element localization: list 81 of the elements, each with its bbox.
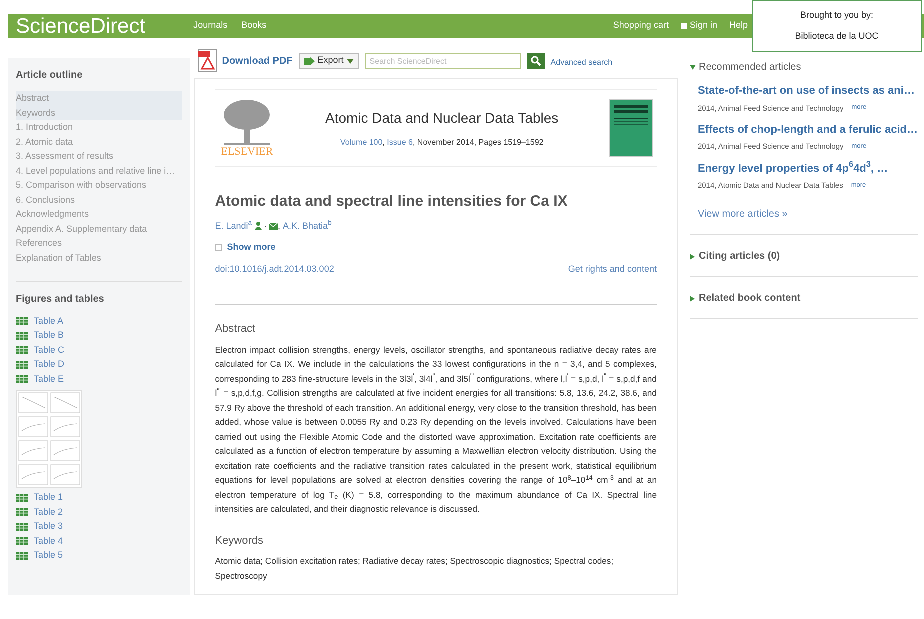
search-icon: [530, 56, 541, 66]
outline-item[interactable]: Keywords: [16, 106, 182, 120]
search-field[interactable]: Search ScienceDirect: [364, 53, 521, 69]
nav-link[interactable]: Books: [242, 19, 267, 33]
author-link[interactable]: A.K. Bhatia$^{b}$: [283, 220, 332, 233]
access-text: Brought to you by:: [800, 8, 874, 22]
author-separator: ,: [278, 220, 282, 232]
advanced-search-link[interactable]: Advanced search: [550, 57, 613, 69]
volume-link[interactable]: Volume 100: [340, 136, 383, 148]
keywords-heading: Keywords: [215, 534, 265, 548]
outline-item[interactable]: 3. Assessment of results: [16, 149, 182, 164]
table-link[interactable]: Table E: [34, 372, 64, 386]
journal-title[interactable]: Atomic Data and Nuclear Data Tables: [325, 108, 559, 128]
journal-cover: [608, 99, 653, 157]
show-more-link[interactable]: Show more: [227, 241, 276, 254]
table-link[interactable]: Table C: [34, 344, 65, 357]
view-more-link[interactable]: View more articles »: [690, 207, 918, 222]
mail-icon[interactable]: [269, 222, 278, 230]
outline-item[interactable]: Appendix A. Supplementary data: [16, 222, 182, 236]
table-icon: [16, 375, 28, 384]
export-icon: [304, 56, 315, 66]
issue-date: , November 2014, Pages 1519–1592: [412, 136, 544, 148]
issue-separator: ,: [382, 136, 386, 148]
table-icon: [16, 494, 28, 502]
table-icon: [16, 317, 28, 326]
table-link[interactable]: Table 2: [34, 506, 64, 519]
outline-item[interactable]: 4. Level populations and relative line i…: [16, 164, 182, 178]
abstract-text: Electron impact collision strengths, energy levels, oscillator strengths, and spontaneous radiative decay rates are calculated for Ca IX. We include in the calculations the 33 lowest configurations in the n = 3,4, and 5 complexes, corresponding to 283 fine-structure levels in the 3l3l$^{'}$, 3l4l$^{''}$, and 3l5l$^{'''}$ configurations, where l,l$^{'}$ = s,p,d, l$^{''}$ = s,p,d,f and l$^{'''}$ = s,p,d,f,g. Collision strengths are calculated at five incident energies for all transitions: 5.8, 13.6, 24.2, 38.6, and 57.9 Ry above the threshold of each transition. An additional energy, very close to the transition threshold, has been added, whose value is between 0.0055 Ry and 0.23 Ry depending on the levels involved. Calculations have been carried out using the Flexible Atomic Code and the distorted wave approximation. Excitation rate coefficients are calculated as a function of electron temperature by assuming a Maxwellian electron velocity distribution. Using the excitation rate coefficients and the radiative transition rates calculated in the present work, statistical equilibrium equations for level populations are solved at electron densities covering the range of 10$^{8}$–10$^{14}$ cm$^{-3}$ and at an electron temperature of log T$_{e}$ (K) = 5.8, corresponding to the maximum abundance of Ca IX. Spectral line intensities are calculated, and their diagnostic relevance is discussed.: [215, 344, 657, 516]
outline-item[interactable]: Explanation of Tables: [16, 250, 182, 265]
table-icon: [16, 508, 28, 516]
person-icon[interactable]: [255, 222, 262, 230]
article-title: Atomic data and spectral line intensities for Ca IX: [215, 192, 569, 212]
figure-thumbnail-drawing[interactable]: [16, 390, 82, 488]
export-button[interactable]: Export: [298, 53, 359, 69]
table-link[interactable]: Table 1: [34, 491, 64, 504]
table-link[interactable]: Table B: [34, 329, 64, 342]
table-icon: [16, 360, 28, 369]
outline-item[interactable]: Abstract: [16, 91, 182, 106]
keywords-text: Atomic data; Collision excitation rates; Radiative decay rates; Spectroscopic diagnostics; Spectral codes; Spectroscopy: [215, 555, 615, 583]
rights-link[interactable]: Get rights and content: [568, 262, 657, 276]
table-link[interactable]: Table A: [34, 314, 64, 328]
table-link[interactable]: Table 5: [34, 549, 64, 562]
outline-item[interactable]: References: [16, 236, 182, 250]
table-icon: [16, 332, 28, 340]
article-link[interactable]: State-of-the-art on use of insects as ani…: [698, 83, 918, 100]
caret-icon: [346, 58, 354, 64]
figures-heading: Figures and tables: [16, 293, 106, 307]
section-heading[interactable]: Related book content: [698, 291, 801, 306]
site-logo[interactable]: ScienceDirect: [16, 16, 146, 36]
issue-link[interactable]: Issue 6: [387, 136, 413, 148]
access-text: Biblioteca de la UOC: [795, 30, 879, 43]
outline-item[interactable]: 2. Atomic data: [16, 134, 182, 149]
section-heading[interactable]: Citing articles (0): [698, 249, 780, 264]
outline-item[interactable]: 1. Introduction: [16, 120, 182, 134]
outline-item[interactable]: Acknowledgments: [16, 207, 182, 222]
table-icon: [16, 537, 28, 546]
icon-separator: ·: [264, 220, 268, 232]
table-link[interactable]: Table 3: [34, 520, 64, 534]
table-icon: [16, 552, 28, 560]
abstract-heading: Abstract: [215, 322, 257, 337]
publisher-logo: ELSEVIER: [219, 98, 276, 158]
section-heading[interactable]: Recommended articles: [698, 60, 802, 75]
doi-link[interactable]: doi:10.1016/j.adt.2014.03.002: [215, 262, 334, 276]
header-link[interactable]: Shopping cart: [613, 19, 669, 33]
pdf-icon: [198, 49, 218, 73]
article-link[interactable]: Energy level properties of 4p$^{6}$4d$^{3}$, …: [698, 160, 918, 177]
table-link[interactable]: Table D: [34, 358, 65, 372]
nav-link[interactable]: Journals: [194, 19, 228, 33]
outline-heading: Article outline: [16, 69, 84, 83]
table-icon: [16, 346, 28, 354]
article-link[interactable]: Effects of chop-length and a ferulic acid…: [698, 122, 918, 138]
table-link[interactable]: Table 4: [34, 534, 64, 548]
sign-in-icon: [680, 23, 687, 29]
table-icon: [16, 522, 28, 531]
author-link[interactable]: E. Landi$^{a}$: [215, 220, 252, 233]
outline-item[interactable]: 5. Comparison with observations: [16, 178, 182, 192]
header-link[interactable]: Help: [729, 19, 748, 33]
outline-item[interactable]: 6. Conclusions: [16, 192, 182, 207]
download-pdf-button[interactable]: Download PDF: [198, 49, 293, 73]
search-button[interactable]: [526, 53, 545, 69]
header-link[interactable]: Sign in: [690, 19, 718, 33]
